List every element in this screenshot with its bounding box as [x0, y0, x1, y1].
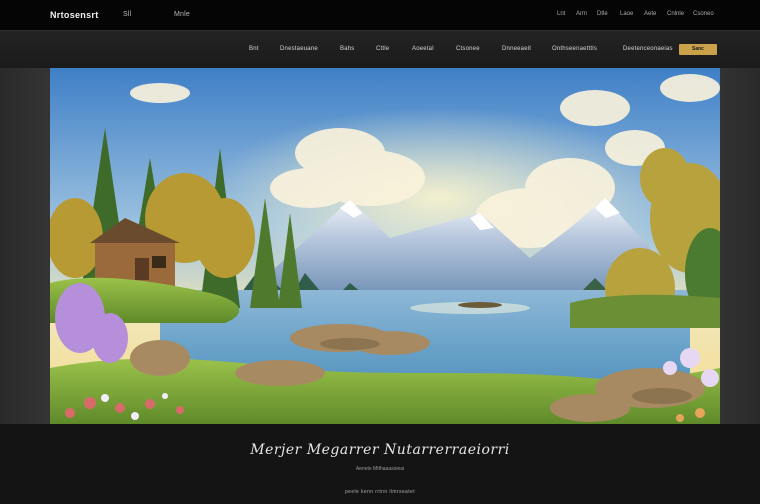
nav-item-4[interactable]: Cttle — [376, 46, 389, 52]
main-navigation: Bnt Dnestaeuane Bahs Cttle Aoeetal Ctson… — [0, 30, 760, 68]
page-subtitle: Aenete Mtthaaasoieai — [355, 466, 405, 472]
footer-links[interactable]: peele kenn rrtnn ilmrseatet — [0, 489, 760, 495]
nav-item-6[interactable]: Ctsonee — [456, 46, 480, 52]
page-title: Merjer Megarrer Nutarrerraeiorri — [250, 442, 510, 458]
utility-link-3[interactable]: Dtle — [597, 11, 608, 17]
utility-link-1[interactable]: Lnt — [557, 11, 565, 17]
nav-item-1[interactable]: Bnt — [249, 46, 259, 52]
utility-link-4[interactable]: Laoe — [620, 11, 633, 17]
utility-link-2[interactable]: Arm — [576, 11, 587, 17]
brand-logo[interactable]: Nrtosensrt — [50, 10, 99, 20]
utility-link-6[interactable]: Cnlnle — [667, 11, 684, 17]
top-link-1[interactable]: Sll — [123, 11, 131, 18]
nav-item-9[interactable]: Deetenceonaeias — [623, 46, 673, 52]
nav-item-8[interactable]: Onthseenaetttls — [552, 46, 597, 52]
utility-link-7[interactable]: Csoneo — [693, 11, 714, 17]
top-link-2[interactable]: Mnle — [174, 11, 190, 18]
nav-item-3[interactable]: Bahs — [340, 46, 354, 52]
nav-item-5[interactable]: Aoeetal — [412, 46, 434, 52]
hero-image — [50, 68, 720, 424]
nav-item-7[interactable]: Dnneeaeit — [502, 46, 531, 52]
top-bar: Nrtosensrt Sll Mnle Lnt Arm Dtle Laoe Ae… — [0, 0, 760, 30]
nav-item-2[interactable]: Dnestaeuane — [280, 46, 318, 52]
utility-link-5[interactable]: Aete — [644, 11, 656, 17]
cta-button[interactable]: Sanc — [679, 44, 717, 55]
